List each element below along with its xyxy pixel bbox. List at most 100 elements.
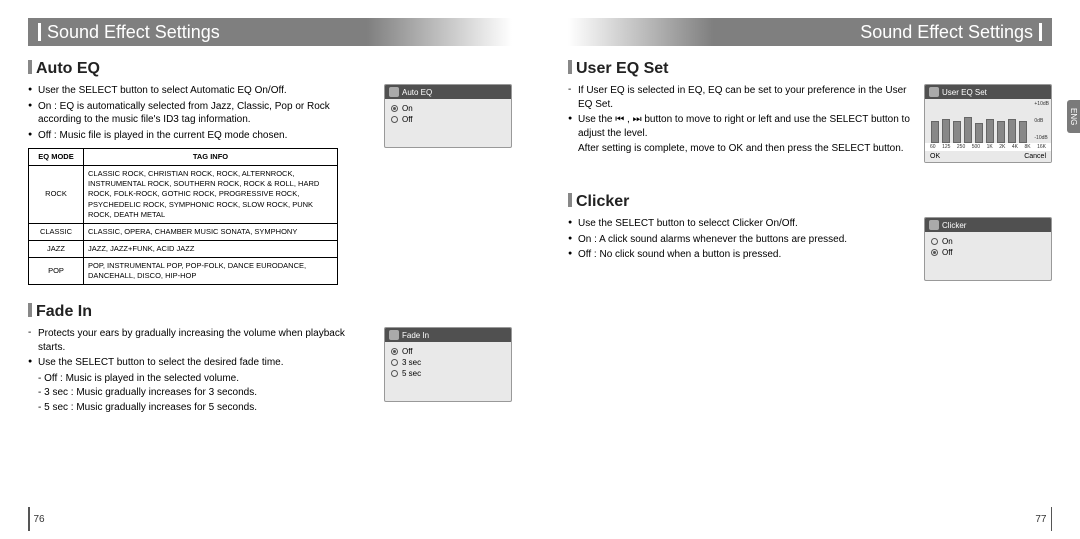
lang-tab-eng[interactable]: ENG (1067, 100, 1080, 133)
subline: - Off : Music is played in the selected … (28, 372, 372, 386)
option-row[interactable]: 3 sec (391, 357, 505, 368)
screen-header: User EQ Set (925, 85, 1051, 99)
page-num-bar-icon (1051, 507, 1053, 531)
option-label: 5 sec (402, 369, 421, 378)
screen-header: Clicker (925, 218, 1051, 232)
section-user-eq: User EQ Set If User EQ is selected in EQ… (568, 60, 1052, 163)
lead-text: If User EQ is selected in EQ, EQ can be … (568, 84, 912, 111)
option-label: Off (942, 248, 953, 257)
eq-footer: OK Cancel (925, 151, 1051, 162)
section-clicker: Clicker Use the SELECT button to selecct… (568, 193, 1052, 281)
page-title-text: Sound Effect Settings (47, 22, 220, 43)
option-row[interactable]: On (391, 103, 505, 114)
screen-title: Clicker (942, 221, 966, 230)
page-num-bar-icon (28, 507, 30, 531)
radio-icon (931, 238, 938, 245)
cancel-button[interactable]: Cancel (1024, 153, 1046, 160)
radio-icon (931, 249, 938, 256)
auto-eq-screen: Auto EQ On Off (384, 84, 512, 148)
eq-band[interactable] (1008, 119, 1016, 143)
fade-in-screen: Fade In Off 3 sec 5 sec (384, 327, 512, 402)
section-heading: User EQ Set (568, 60, 1052, 78)
tag-info-cell: CLASSIC ROCK, CHRISTIAN ROCK, ROCK, ALTE… (84, 166, 338, 224)
option-row[interactable]: Off (931, 247, 1045, 258)
freq-label: 8K (1024, 144, 1030, 150)
eq-band[interactable] (931, 121, 939, 143)
section-heading: Fade In (28, 303, 512, 321)
heading-text: Auto EQ (36, 60, 100, 77)
ok-button[interactable]: OK (930, 153, 940, 160)
screen-header: Auto EQ (385, 85, 511, 99)
option-row[interactable]: Off (391, 114, 505, 125)
page-title-text: Sound Effect Settings (860, 22, 1033, 43)
page-num-text: 77 (1035, 514, 1046, 525)
heading-bar-icon (28, 303, 32, 317)
table-row: ROCK CLASSIC ROCK, CHRISTIAN ROCK, ROCK,… (29, 166, 338, 224)
option-label: 3 sec (402, 358, 421, 367)
table-header: TAG INFO (84, 149, 338, 166)
fade-in-text: Protects your ears by gradually increasi… (28, 327, 372, 414)
option-row[interactable]: 5 sec (391, 368, 505, 379)
title-bar-icon (1039, 23, 1042, 41)
freq-label: 500 (972, 144, 980, 150)
page-number-right: 77 (1035, 507, 1052, 531)
section-heading: Auto EQ (28, 60, 512, 78)
heading-bar-icon (568, 60, 572, 74)
freq-label: 1K (987, 144, 993, 150)
radio-icon (391, 348, 398, 355)
screen-header: Fade In (385, 328, 511, 342)
heading-bar-icon (568, 193, 572, 207)
eq-band[interactable] (942, 119, 950, 143)
eq-bars[interactable]: +10dB 0dB -10dB (925, 99, 1051, 143)
language-tabs: ENG (1067, 100, 1080, 133)
eq-freq-labels: 60 125 250 500 1K 2K 4K 8K 16K (925, 143, 1051, 151)
title-bar-icon (38, 23, 41, 41)
screen-title: Fade In (402, 331, 429, 340)
eq-mode-cell: CLASSIC (29, 223, 84, 240)
bullet: Off : Music file is played in the curren… (28, 129, 372, 143)
tag-info-cell: JAZZ, JAZZ+FUNK, ACID JAZZ (84, 240, 338, 257)
heading-text: Clicker (576, 193, 629, 210)
page-left: Sound Effect Settings Auto EQ User the S… (0, 0, 540, 539)
subline: - 5 sec : Music gradually increases for … (28, 401, 372, 415)
page-spread: Sound Effect Settings Auto EQ User the S… (0, 0, 1080, 539)
eq-band[interactable] (986, 119, 994, 143)
eq-band[interactable] (975, 123, 983, 143)
option-row[interactable]: Off (391, 346, 505, 357)
freq-label: 60 (930, 144, 936, 150)
screen-title: User EQ Set (942, 88, 987, 97)
eq-band[interactable] (964, 117, 972, 143)
clicker-screen: Clicker On Off (924, 217, 1052, 281)
eq-band[interactable] (953, 121, 961, 143)
clicker-text: Use the SELECT button to selecct Clicker… (568, 217, 912, 264)
user-eq-screen: User EQ Set +10dB 0d (924, 84, 1052, 163)
lead-text: Protects your ears by gradually increasi… (28, 327, 372, 354)
section-fade-in: Fade In Protects your ears by gradually … (28, 303, 512, 414)
freq-label: 125 (942, 144, 950, 150)
scale-label: -10dB (1034, 135, 1049, 141)
user-eq-text: If User EQ is selected in EQ, EQ can be … (568, 84, 912, 156)
screen-icon (389, 87, 399, 97)
screen-title: Auto EQ (402, 88, 432, 97)
eq-band[interactable] (997, 121, 1005, 143)
radio-icon (391, 359, 398, 366)
option-label: Off (402, 347, 413, 356)
screen-icon (929, 220, 939, 230)
option-row[interactable]: On (931, 236, 1045, 247)
scale-label: 0dB (1034, 118, 1049, 124)
bullet: On : A click sound alarms whenever the b… (568, 233, 912, 247)
eq-mode-cell: POP (29, 258, 84, 285)
subline: After setting is complete, move to OK an… (568, 142, 912, 156)
table-row: CLASSIC CLASSIC, OPERA, CHAMBER MUSIC SO… (29, 223, 338, 240)
radio-icon (391, 370, 398, 377)
freq-label: 16K (1037, 144, 1046, 150)
heading-text: User EQ Set (576, 60, 668, 77)
page-num-text: 76 (34, 514, 45, 525)
table-row: JAZZ JAZZ, JAZZ+FUNK, ACID JAZZ (29, 240, 338, 257)
eq-band[interactable] (1019, 121, 1027, 143)
radio-icon (391, 105, 398, 112)
bullet: Use the SELECT button to selecct Clicker… (568, 217, 912, 231)
eq-scale: +10dB 0dB -10dB (1034, 101, 1049, 143)
scale-label: +10dB (1034, 101, 1049, 107)
subline: - 3 sec : Music gradually increases for … (28, 386, 372, 400)
